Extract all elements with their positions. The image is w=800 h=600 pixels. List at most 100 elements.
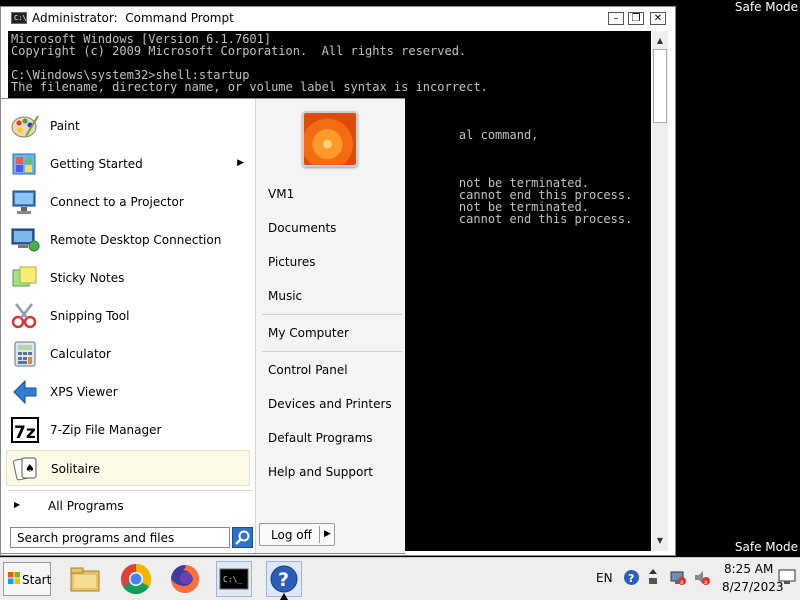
- taskbar: Start C:\_ ? EN ? x x 8:25 AM 8/27/2023: [0, 557, 800, 600]
- documents-label: Documents: [268, 221, 337, 235]
- svg-text:x: x: [704, 579, 708, 586]
- shutdown-options-arrow-icon[interactable]: ▶: [324, 529, 331, 539]
- program-label: Snipping Tool: [50, 309, 130, 323]
- program-label: XPS Viewer: [50, 385, 118, 399]
- program-item-remote-desktop[interactable]: Remote Desktop Connection: [6, 222, 250, 258]
- search-button[interactable]: [232, 527, 253, 548]
- divider: [262, 314, 402, 315]
- log-off-label: Log off: [271, 528, 312, 542]
- chrome-icon: [120, 564, 152, 595]
- svg-text:?: ?: [278, 569, 289, 591]
- svg-text:x: x: [680, 579, 684, 586]
- divider: [319, 526, 320, 543]
- music-link[interactable]: Music: [262, 283, 402, 309]
- taskbar-firefox[interactable]: [167, 561, 203, 597]
- close-button[interactable]: ✕: [650, 12, 666, 25]
- program-item-solitaire[interactable]: ♠ Solitaire: [6, 450, 250, 486]
- all-programs-button[interactable]: ▶ All Programs: [6, 493, 250, 519]
- program-label: Getting Started: [50, 157, 143, 171]
- start-label: Start: [22, 573, 52, 587]
- help-tray-icon[interactable]: ?: [623, 569, 640, 586]
- taskbar-help[interactable]: ?: [266, 561, 302, 597]
- program-item-connect-projector[interactable]: Connect to a Projector: [6, 184, 250, 220]
- start-button[interactable]: Start: [3, 562, 51, 596]
- program-label: Paint: [50, 119, 80, 133]
- window-titlebar[interactable]: C:\ Administrator: Command Prompt – ❐ ✕: [1, 7, 675, 29]
- devices-printers-label: Devices and Printers: [268, 397, 392, 411]
- windows-flag-icon: [8, 572, 20, 584]
- file-explorer-icon: [70, 567, 100, 592]
- command-prompt-icon: C:\: [11, 12, 27, 24]
- svg-text:C:\_: C:\_: [223, 575, 242, 584]
- safe-mode-label-top: Safe Mode: [734, 0, 798, 14]
- help-support-link[interactable]: Help and Support: [262, 459, 402, 485]
- 7zip-icon: 7z: [11, 417, 39, 443]
- magnifier-icon: [235, 530, 250, 545]
- scissors-icon: [11, 303, 37, 329]
- user-picture-avatar[interactable]: [302, 111, 358, 167]
- language-indicator[interactable]: EN: [596, 571, 613, 585]
- minimize-button[interactable]: –: [608, 12, 624, 25]
- maximize-button[interactable]: ❐: [628, 12, 644, 25]
- program-label: Connect to a Projector: [50, 195, 184, 209]
- expand-arrow-icon: ▶: [14, 500, 21, 509]
- program-label: Remote Desktop Connection: [50, 233, 222, 247]
- command-prompt-icon: C:\_: [219, 568, 249, 590]
- svg-text:?: ?: [628, 572, 634, 585]
- network-error-icon[interactable]: x: [670, 569, 687, 586]
- search-input[interactable]: [13, 529, 231, 546]
- volume-muted-icon[interactable]: x: [694, 569, 711, 586]
- pictures-link[interactable]: Pictures: [262, 249, 402, 275]
- control-panel-link[interactable]: Control Panel: [262, 357, 402, 383]
- program-item-xps-viewer[interactable]: XPS Viewer: [6, 374, 250, 410]
- scroll-down-arrow-icon[interactable]: ▼: [652, 533, 668, 549]
- my-computer-link[interactable]: My Computer: [262, 320, 402, 346]
- default-programs-link[interactable]: Default Programs: [262, 425, 402, 451]
- program-label: Calculator: [50, 347, 111, 361]
- submenu-arrow-icon: ▶: [237, 158, 244, 168]
- music-label: Music: [268, 289, 303, 303]
- program-item-paint[interactable]: Paint: [6, 108, 250, 144]
- program-item-calculator[interactable]: Calculator: [6, 336, 250, 372]
- user-folder-link[interactable]: VM1: [262, 181, 402, 207]
- solitaire-icon: ♠: [12, 457, 37, 481]
- log-off-button[interactable]: Log off ▶: [259, 523, 335, 546]
- mouse-pointer-icon: [280, 593, 288, 600]
- program-item-7zip[interactable]: 7z 7-Zip File Manager: [6, 412, 250, 448]
- help-icon: ?: [270, 565, 298, 593]
- default-programs-label: Default Programs: [268, 431, 373, 445]
- remote-desktop-icon: [11, 228, 40, 252]
- pictures-label: Pictures: [268, 255, 316, 269]
- program-label: Solitaire: [51, 462, 101, 476]
- scrollbar-thumb[interactable]: [653, 49, 667, 123]
- clock-date[interactable]: 8/27/2023: [722, 580, 784, 594]
- program-item-snipping-tool[interactable]: Snipping Tool: [6, 298, 250, 334]
- show-hidden-icons-icon[interactable]: [648, 567, 658, 589]
- program-item-getting-started[interactable]: Getting Started ▶: [6, 146, 250, 182]
- divider: [8, 490, 252, 491]
- taskbar-file-explorer[interactable]: [67, 561, 103, 597]
- show-desktop-icon[interactable]: [778, 568, 796, 586]
- documents-link[interactable]: Documents: [262, 215, 402, 241]
- divider: [262, 351, 402, 352]
- xps-viewer-icon: [13, 379, 37, 405]
- taskbar-chrome[interactable]: [118, 561, 154, 597]
- program-label: Sticky Notes: [50, 271, 125, 285]
- scroll-up-arrow-icon[interactable]: ▲: [652, 33, 668, 49]
- vertical-scrollbar[interactable]: ▲ ▼: [652, 31, 668, 551]
- clock-time[interactable]: 8:25 AM: [724, 562, 773, 576]
- start-menu-places-pane: VM1 Documents Pictures Music My Computer…: [255, 99, 405, 553]
- start-menu-programs-pane: Paint Getting Started ▶ Connect to a Pro…: [4, 102, 254, 548]
- projector-icon: [12, 190, 36, 214]
- window-title: Administrator: Command Prompt: [32, 11, 234, 25]
- sticky-notes-icon: [12, 266, 37, 287]
- program-label: 7-Zip File Manager: [50, 423, 162, 437]
- paint-icon: [11, 115, 39, 138]
- search-box[interactable]: [10, 527, 231, 548]
- program-item-sticky-notes[interactable]: Sticky Notes: [6, 260, 250, 296]
- devices-printers-link[interactable]: Devices and Printers: [262, 391, 402, 417]
- taskbar-command-prompt[interactable]: C:\_: [216, 561, 252, 597]
- svg-text:7z: 7z: [14, 423, 36, 443]
- help-support-label: Help and Support: [268, 465, 373, 479]
- my-computer-label: My Computer: [268, 326, 349, 340]
